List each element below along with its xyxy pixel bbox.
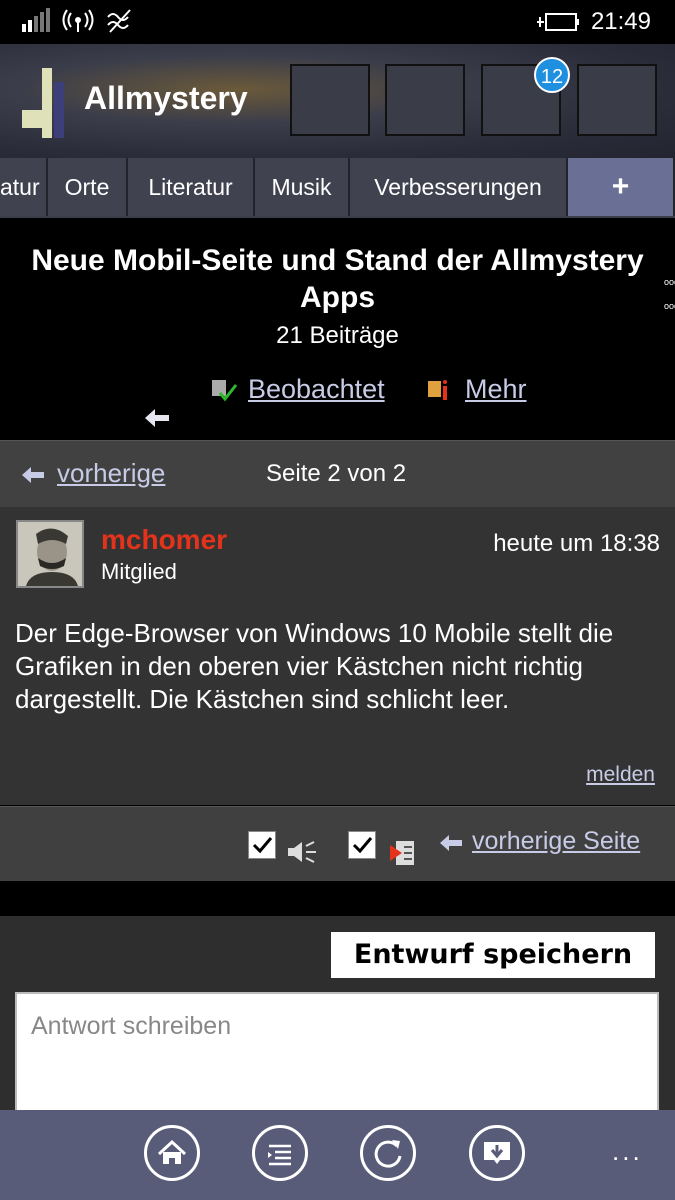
home-button[interactable] [144,1125,200,1181]
avatar[interactable] [16,520,84,588]
site-title[interactable]: Allmystery [84,80,248,117]
tab-musik[interactable]: Musik [255,158,350,216]
category-tabs: atur Orte Literatur Musik Verbesserungen… [0,158,675,218]
refresh-icon [374,1140,402,1168]
thread-actions-bar: vorherige Seite [0,806,675,881]
notification-badge[interactable]: 12 [534,57,570,93]
report-link[interactable]: melden [586,763,655,787]
author-role: Mitglied [101,559,177,584]
scroll-indicator[interactable]: oooooo [664,278,675,311]
wifi-hotspot-icon [62,9,94,32]
post-author[interactable]: mchomer [101,524,227,556]
prev-arrow-icon [22,467,44,483]
add-tab-button[interactable]: + [568,158,675,216]
post-timestamp: heute um 18:38 [493,530,660,557]
save-draft-button[interactable]: Entwurf speichern [331,932,655,978]
refresh-button[interactable] [360,1125,416,1181]
tab-orte[interactable]: Orte [48,158,128,216]
status-bar: 21:49 [0,0,675,44]
list-icon [268,1144,291,1166]
signal-strength-icon [22,8,50,32]
tracking-checkbox[interactable] [348,831,376,859]
prev-page-link-bottom[interactable]: vorherige Seite [472,827,640,856]
more-link[interactable]: Mehr [465,374,527,405]
app-bar: ... [0,1110,675,1200]
back-arrow-icon[interactable] [143,406,171,430]
post-count: 21 Beiträge [276,322,399,349]
battery-icon [537,13,579,31]
thread-title: Neue Mobil-Seite und Stand der Allmyster… [31,244,644,314]
prev-page-arrow-icon [440,835,462,851]
list-view-button[interactable] [252,1125,308,1181]
reply-textarea[interactable]: Antwort schreiben [15,992,659,1122]
more-options-button[interactable]: ... [612,1136,643,1167]
watch-link[interactable]: Beobachtet [248,374,385,405]
prev-page-link[interactable]: vorherige [57,458,165,489]
sound-icon [288,841,316,863]
page-indicator: Seite 2 von 2 [266,460,407,487]
more-icon [428,380,447,400]
checkmark-icon [352,837,373,854]
checkmark-icon [252,837,273,854]
header-tile-2[interactable] [385,64,465,136]
tab-natur[interactable]: atur [0,158,48,216]
tab-literatur[interactable]: Literatur [128,158,255,216]
header-tile-1[interactable] [290,64,370,136]
allmystery-logo[interactable] [18,66,70,140]
watch-icon [212,380,238,402]
download-comment-icon [484,1142,510,1164]
avatar-image [18,522,82,586]
pagination-bar: vorherige Seite 2 von 2 [0,440,675,508]
tab-verbesserungen[interactable]: Verbesserungen [350,158,568,216]
clock: 21:49 [590,8,651,35]
notify-checkbox[interactable] [248,831,276,859]
site-header: Allmystery 12 [0,44,675,158]
download-comments-button[interactable] [469,1125,525,1181]
home-icon [157,1139,187,1164]
reading-list-icon [390,841,414,865]
post-body: Der Edge-Browser von Windows 10 Mobile s… [15,618,614,714]
header-tile-4[interactable] [577,64,657,136]
vibrate-icon [107,9,131,33]
